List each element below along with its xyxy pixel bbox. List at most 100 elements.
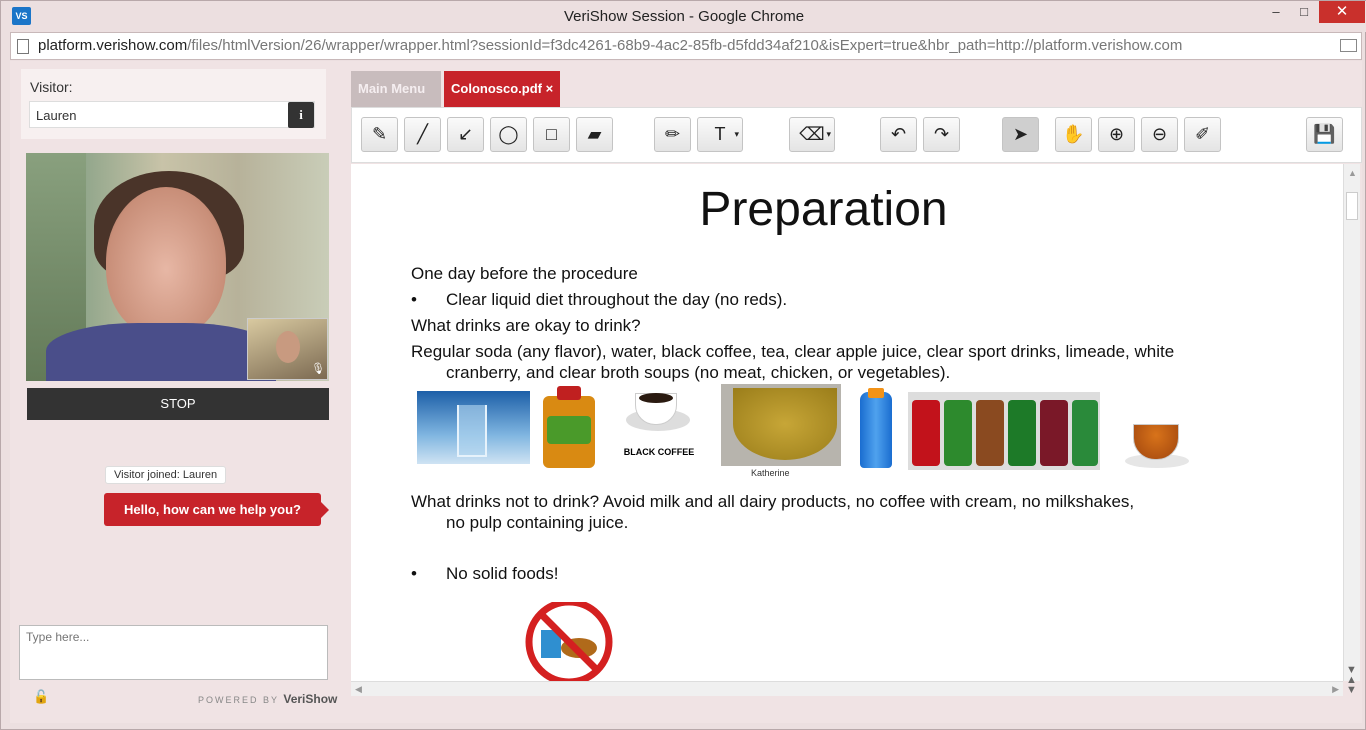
visitor-label: Visitor: xyxy=(30,79,73,95)
doc-line-3: What drinks are okay to drink? xyxy=(411,316,641,335)
video-feed: 🎙 xyxy=(26,153,329,381)
apple-juice-image xyxy=(535,386,603,470)
undo-icon[interactable]: ↶ xyxy=(880,117,917,152)
clear-annotations-icon[interactable]: ✐ xyxy=(1184,117,1221,152)
scroll-right-arrow-icon[interactable]: ▶ xyxy=(1332,684,1339,695)
window-title: VeriShow Session - Google Chrome xyxy=(563,8,805,25)
self-view-face xyxy=(276,331,300,363)
doc-line-2: Clear liquid diet throughout the day (no… xyxy=(446,290,788,309)
broth-caption: Katherine xyxy=(751,468,790,478)
soda-can-1 xyxy=(912,400,940,466)
system-message: Visitor joined: Lauren xyxy=(105,466,227,484)
zoom-in-icon[interactable]: ⊕ xyxy=(1098,117,1135,152)
text-tool-icon[interactable]: T ▾ xyxy=(697,117,743,152)
stop-button[interactable]: STOP xyxy=(27,388,329,420)
redo-icon[interactable]: ↷ xyxy=(923,117,960,152)
circle-tool-icon[interactable]: ◯ xyxy=(490,117,527,152)
annotation-toolbar: ✎ ╱ ↙ ◯ □ ▰ ✏ T ▾ ⌫ ▾ ↶ ↷ ➤ ✋ ⊕ ⊖ ✐ 💾 xyxy=(351,107,1362,163)
document-title: Preparation xyxy=(699,183,948,236)
tab-label: Colonosco.pdf xyxy=(451,81,542,96)
info-icon[interactable]: i xyxy=(288,102,314,128)
doc-line-6: No solid foods! xyxy=(446,564,559,583)
pen-tool-icon[interactable]: ✎ xyxy=(361,117,398,152)
broth-image: Katherine xyxy=(721,384,841,478)
doc-line-5b: no pulp containing juice. xyxy=(446,513,629,532)
document-viewer[interactable]: Preparation One day before the procedure… xyxy=(351,164,1343,681)
close-tab-icon[interactable]: × xyxy=(546,81,554,96)
doc-line-1: One day before the procedure xyxy=(411,264,638,283)
maximize-button[interactable]: □ xyxy=(1291,1,1317,23)
scroll-up-arrow-icon[interactable]: ▲ xyxy=(1348,168,1357,178)
powered-by: POWERED BY VeriShow xyxy=(198,692,337,706)
page-icon xyxy=(17,39,29,54)
url-path: /files/htmlVersion/26/wrapper/wrapper.ht… xyxy=(187,37,1183,54)
app-content: Visitor: Lauren i 🎙 STOP Visitor joined:… xyxy=(10,61,1362,723)
rectangle-tool-icon[interactable]: □ xyxy=(533,117,570,152)
chevron-down-icon[interactable]: ▾ xyxy=(826,118,831,151)
soda-can-5 xyxy=(1040,400,1068,466)
highlighter-tool-icon[interactable]: ✏ xyxy=(654,117,691,152)
visitor-panel: Visitor: Lauren i xyxy=(21,69,326,139)
no-food-icon xyxy=(525,602,613,681)
eraser-glyph: ⌫ xyxy=(799,124,825,144)
arrow-tool-icon[interactable]: ↙ xyxy=(447,117,484,152)
eraser-tool-icon[interactable]: ⌫ ▾ xyxy=(789,117,835,152)
line-tool-icon[interactable]: ╱ xyxy=(404,117,441,152)
soda-can-4 xyxy=(1008,400,1036,466)
tab-main-menu[interactable]: Main Menu xyxy=(351,71,441,107)
powered-by-label: POWERED BY xyxy=(198,695,279,705)
zoom-out-icon[interactable]: ⊖ xyxy=(1141,117,1178,152)
broth-bowl xyxy=(733,388,837,460)
soda-cans-image xyxy=(908,392,1100,470)
url-text[interactable]: platform.verishow.com/files/htmlVersion/… xyxy=(38,37,1182,54)
scrollbar-thumb[interactable] xyxy=(1346,192,1358,220)
tab-colonosco-pdf[interactable]: Colonosco.pdf × xyxy=(444,71,560,107)
bullet: • xyxy=(411,290,417,309)
video-visitor-face xyxy=(106,187,226,337)
marker-tool-icon[interactable]: ▰ xyxy=(576,117,613,152)
close-window-button[interactable]: ✕ xyxy=(1319,1,1365,23)
title-bar: VS VeriShow Session - Google Chrome – □ … xyxy=(1,1,1366,32)
black-coffee-image: BLACK COFFEE xyxy=(621,389,697,459)
brand-name: VeriShow xyxy=(283,692,338,706)
glass-shape xyxy=(457,405,487,457)
hand-tool-icon[interactable]: ✋ xyxy=(1055,117,1092,152)
minimize-button[interactable]: – xyxy=(1263,1,1289,23)
page-nav-arrows[interactable]: ▼ ▲ ▼ xyxy=(1343,665,1360,696)
agent-chat-message: Hello, how can we help you? xyxy=(104,493,329,526)
text-glyph: T xyxy=(714,124,726,144)
save-icon[interactable]: 💾 xyxy=(1306,117,1343,152)
next-page-icon[interactable]: ▼ xyxy=(1343,685,1360,696)
coffee-caption: BLACK COFFEE xyxy=(623,447,695,457)
microphone-icon[interactable]: 🎙 xyxy=(311,362,325,376)
url-host: platform.verishow.com xyxy=(38,37,188,54)
water-glass-image xyxy=(417,391,530,464)
address-bar[interactable]: platform.verishow.com/files/htmlVersion/… xyxy=(10,32,1362,60)
translate-icon[interactable] xyxy=(1340,39,1357,52)
scroll-left-arrow-icon[interactable]: ◀ xyxy=(355,684,362,695)
horizontal-scrollbar[interactable]: ◀ ▶ xyxy=(351,681,1343,696)
video-visitor-body xyxy=(46,323,276,381)
browser-window: VS VeriShow Session - Google Chrome – □ … xyxy=(0,0,1366,730)
juice-cap xyxy=(557,386,581,400)
coffee-liquid xyxy=(639,393,673,403)
doc-line-5a: What drinks not to drink? Avoid milk and… xyxy=(411,492,1135,511)
doc-line-4b: cranberry, and clear broth soups (no mea… xyxy=(446,363,951,382)
visitor-name: Lauren xyxy=(36,108,77,123)
vertical-scrollbar[interactable]: ▲ xyxy=(1343,164,1360,681)
chat-input[interactable] xyxy=(19,625,328,680)
select-tool-icon[interactable]: ➤ xyxy=(1002,117,1039,152)
chevron-down-icon[interactable]: ▾ xyxy=(734,118,739,151)
tea-cup-image xyxy=(1121,416,1193,476)
self-view-video: 🎙 xyxy=(247,318,328,380)
sport-drink-cap xyxy=(868,388,884,398)
juice-label xyxy=(547,416,591,444)
sport-drink-image xyxy=(860,388,892,468)
bullet: • xyxy=(411,564,417,583)
lock-icon[interactable]: 🔓 xyxy=(33,689,49,704)
soda-can-6 xyxy=(1072,400,1098,466)
visitor-name-field: Lauren i xyxy=(29,101,315,128)
doc-line-4a: Regular soda (any flavor), water, black … xyxy=(411,342,1175,361)
soda-can-3 xyxy=(976,400,1004,466)
soda-can-2 xyxy=(944,400,972,466)
